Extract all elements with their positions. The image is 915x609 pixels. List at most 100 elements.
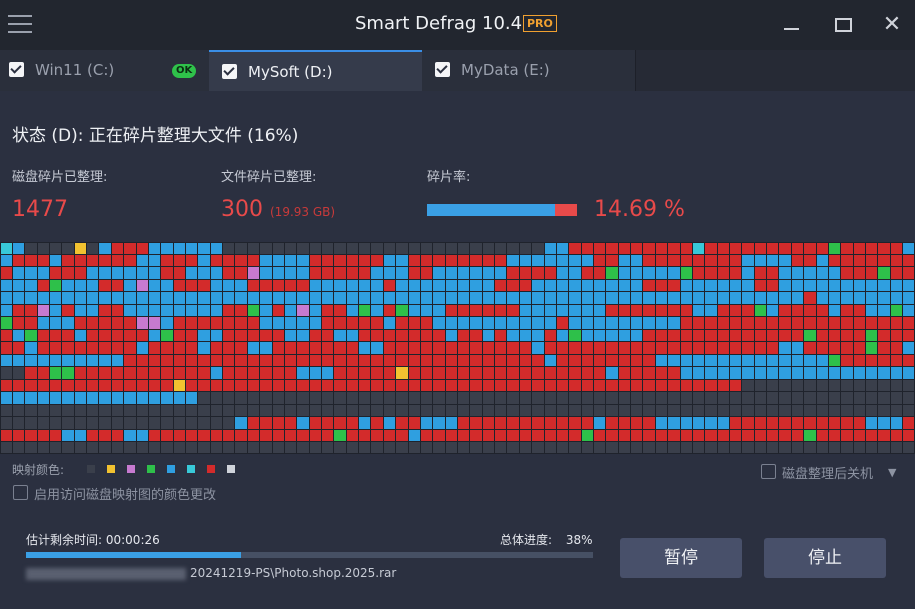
disk-map-cell — [173, 354, 185, 367]
pause-button[interactable]: 暂停 — [620, 538, 742, 578]
disk-map-cell — [371, 379, 383, 392]
shutdown-after-checkbox[interactable] — [761, 464, 776, 479]
disk-map-cell — [161, 417, 173, 429]
close-button[interactable]: ✕ — [877, 12, 907, 38]
disk-map-cell — [606, 242, 618, 254]
disk-map-cell — [309, 404, 321, 417]
disk-map-cell — [87, 429, 99, 442]
disk-map-cell — [668, 417, 680, 429]
disk-map-cell — [544, 317, 556, 329]
disk-map-cell — [223, 317, 235, 329]
disk-map-cell — [853, 317, 866, 329]
disk-map-cell — [25, 392, 37, 404]
disk-map-cell — [433, 379, 445, 392]
tab-win11[interactable]: Win11 (C:) OK — [0, 50, 210, 91]
disk-map-cell — [235, 417, 247, 429]
disk-map-cell — [396, 429, 408, 442]
maximize-button[interactable] — [828, 12, 858, 38]
disk-map-cell — [841, 254, 853, 267]
disk-map-cell — [0, 429, 12, 442]
disk-map-cell — [890, 367, 903, 379]
disk-map-cell — [507, 254, 519, 267]
disk-map-cell — [866, 317, 878, 329]
disk-map-cell — [730, 254, 742, 267]
disk-map-cell — [754, 379, 767, 392]
disk-map-cell — [346, 404, 359, 417]
disk-map-cell — [334, 367, 346, 379]
frag-rate-label: 碎片率: — [427, 170, 471, 185]
disk-map-cell — [606, 442, 618, 454]
disk-map-cell — [643, 267, 655, 279]
disk-map-cell — [272, 354, 284, 367]
disk-map-cell — [655, 304, 668, 317]
menu-icon[interactable] — [8, 15, 32, 33]
tab-label: Win11 (C:) — [35, 61, 115, 79]
disk-map-cell — [581, 279, 593, 292]
disk-map-cell — [878, 442, 890, 454]
disk-map-cell — [0, 342, 12, 354]
disk-map-cell — [680, 354, 692, 367]
enable-color-change-checkbox[interactable] — [13, 485, 28, 500]
disk-map-cell — [371, 242, 383, 254]
disk-map-cell — [62, 354, 74, 367]
disk-map-cell — [618, 254, 631, 267]
disk-map-cell — [668, 267, 680, 279]
disk-map-cell — [779, 292, 791, 304]
disk-map-cell — [396, 367, 408, 379]
disk-map-cell — [198, 417, 210, 429]
disk-map-cell — [841, 242, 853, 254]
disk-map-cell — [791, 267, 804, 279]
disk-map-cell — [692, 292, 705, 304]
disk-map-cell — [482, 317, 495, 329]
tab-mydata[interactable]: MyData (E:) — [422, 50, 636, 91]
disk-map-cell — [148, 242, 161, 254]
disk-map-cell — [111, 429, 124, 442]
disk-map-cell — [779, 367, 791, 379]
disk-map-cell — [556, 279, 569, 292]
disk-map-cell — [791, 417, 804, 429]
disk-map-cell — [334, 379, 346, 392]
disk-map-cell — [136, 329, 148, 342]
stop-button[interactable]: 停止 — [764, 538, 886, 578]
disk-map-cell — [173, 267, 185, 279]
disk-map-cell — [458, 317, 470, 329]
disk-map-cell — [25, 279, 37, 292]
disk-map-cell — [853, 404, 866, 417]
tab-mysoft[interactable]: MySoft (D:) ✲ — [209, 50, 617, 91]
disk-map-cell — [25, 417, 37, 429]
title-bar: Smart Defrag 10.4 PRO ✕ — [0, 0, 915, 50]
disk-map-cell — [507, 429, 519, 442]
disk-map-cell — [420, 267, 433, 279]
disk-map-cell — [371, 417, 383, 429]
disk-map-cell — [828, 242, 841, 254]
checkbox-icon[interactable] — [435, 62, 450, 77]
disk-map — [0, 242, 915, 454]
disk-map-cell — [692, 267, 705, 279]
disk-map-cell — [668, 367, 680, 379]
disk-map-cell — [223, 379, 235, 392]
disk-map-cell — [161, 392, 173, 404]
disk-map-cell — [828, 379, 841, 392]
disk-map-cell — [12, 292, 25, 304]
disk-map-cell — [198, 242, 210, 254]
disk-map-cell — [866, 354, 878, 367]
disk-map-cell — [297, 442, 309, 454]
disk-map-cell — [767, 429, 779, 442]
checkbox-icon[interactable] — [9, 62, 24, 77]
disk-map-cell — [111, 267, 124, 279]
disk-map-cell — [136, 442, 148, 454]
chevron-down-icon[interactable]: ▼ — [888, 466, 896, 479]
checkbox-icon[interactable] — [222, 64, 237, 79]
disk-map-cell — [618, 342, 631, 354]
disk-map-cell — [0, 304, 12, 317]
disk-map-cell — [49, 267, 62, 279]
disk-map-cell — [359, 279, 371, 292]
disk-map-cell — [148, 392, 161, 404]
disk-map-cell — [124, 417, 136, 429]
disk-map-cell — [334, 329, 346, 342]
disk-map-cell — [49, 329, 62, 342]
disk-map-cell — [544, 304, 556, 317]
disk-map-cell — [260, 379, 272, 392]
disk-map-cell — [482, 379, 495, 392]
minimize-button[interactable] — [776, 12, 806, 38]
